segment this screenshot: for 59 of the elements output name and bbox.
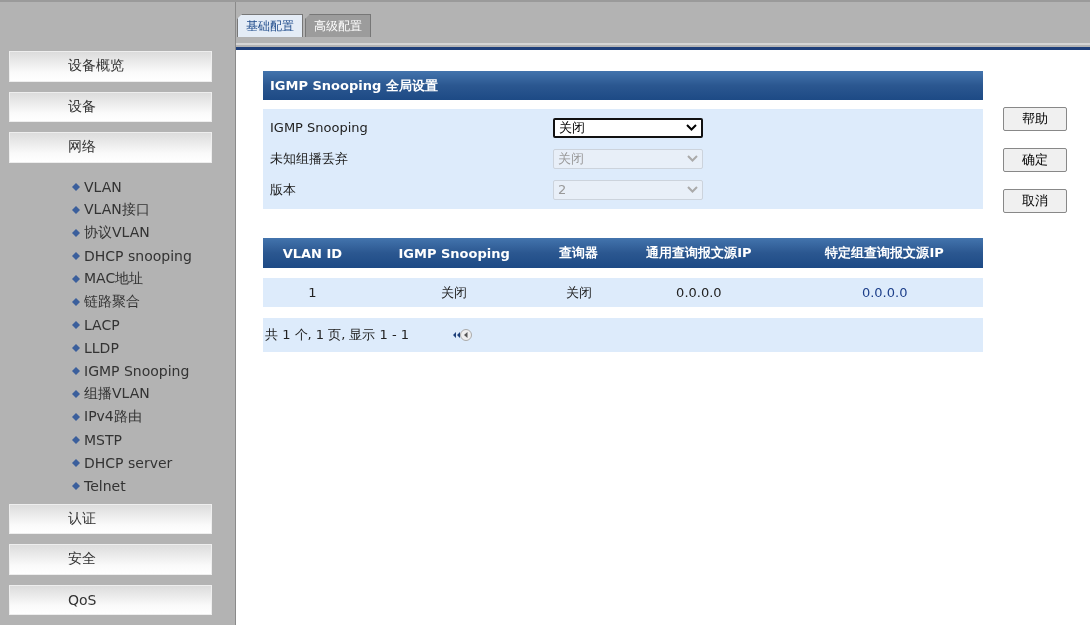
nav-section-button[interactable]: 认证 [9,503,212,534]
field-label: 版本 [270,180,297,199]
table-cell: 0.0.0.0 [611,278,787,307]
table-cell: 0.0.0.0 [786,278,983,307]
nav-item-link[interactable]: 组播VLAN [84,385,150,403]
nav-item-link[interactable]: IGMP Snooping [84,363,190,379]
dropdown[interactable]: 关闭 [553,117,703,138]
table-cell: 1 [263,278,362,307]
nav-item-link[interactable]: LLDP [84,340,119,356]
action-button[interactable]: 帮助 [1003,107,1067,131]
chevron-down-icon [687,186,698,193]
diamond-bullet-icon [72,482,80,490]
column-header: 通用查询报文源IP [611,238,787,268]
column-header: 查询器 [546,238,612,268]
table-cell: 关闭 [546,278,612,307]
nav-item-link[interactable]: LACP [84,317,120,333]
diamond-bullet-icon [72,436,80,444]
nav-item-link[interactable]: VLAN [84,179,122,195]
nav-section-button[interactable]: 网络 [9,132,212,163]
diamond-bullet-icon [72,275,80,283]
nav-section-button[interactable]: 设备概览 [9,51,212,82]
pager-summary: 共 1 个, 1 页, 显示 1 - 1 [265,326,410,344]
diamond-bullet-icon [72,413,80,421]
table-cell: 关闭 [361,278,547,307]
column-header: VLAN ID [263,238,362,268]
diamond-bullet-icon [72,252,80,260]
nav-item-link[interactable]: Telnet [84,478,126,494]
chevron-down-icon [686,124,697,131]
nav-item-link[interactable]: 协议VLAN [84,224,150,242]
diamond-bullet-icon [72,206,80,214]
diamond-bullet-icon [72,321,80,329]
nav-item-link[interactable]: IPv4路由 [84,408,142,426]
section-header: IGMP Snooping 全局设置 [263,71,983,100]
nav-item-link[interactable]: DHCP server [84,455,173,471]
nav-item-link[interactable]: MAC地址 [84,270,144,288]
diamond-bullet-icon [72,367,80,375]
diamond-bullet-icon [72,183,80,191]
nav-item-link[interactable]: MSTP [84,432,122,448]
nav-item-link[interactable]: VLAN接口 [84,201,150,219]
diamond-bullet-icon [72,459,80,467]
diamond-bullet-icon [72,344,80,352]
column-header: 特定组查询报文源IP [786,238,983,268]
nav-section-button[interactable]: QoS [9,584,212,615]
action-button[interactable]: 确定 [1003,148,1067,172]
action-button[interactable]: 取消 [1003,189,1067,213]
diamond-bullet-icon [72,390,80,398]
nav-item-link[interactable]: DHCP snooping [84,248,192,264]
chevron-down-icon [687,155,698,162]
previous-page-icon[interactable] [460,329,473,341]
field-label: 未知组播丢弃 [270,149,349,168]
field-label: IGMP Snooping [270,120,369,135]
diamond-bullet-icon [72,229,80,237]
nav-section-button[interactable]: 设备 [9,91,212,122]
diamond-bullet-icon [72,298,80,306]
tab[interactable]: 基础配置 [237,14,303,37]
first-page-icon[interactable] [453,332,461,338]
nav-item-link[interactable]: 链路聚合 [84,293,140,311]
nav-section-button[interactable]: 安全 [9,544,212,575]
column-header: IGMP Snooping [361,238,547,268]
